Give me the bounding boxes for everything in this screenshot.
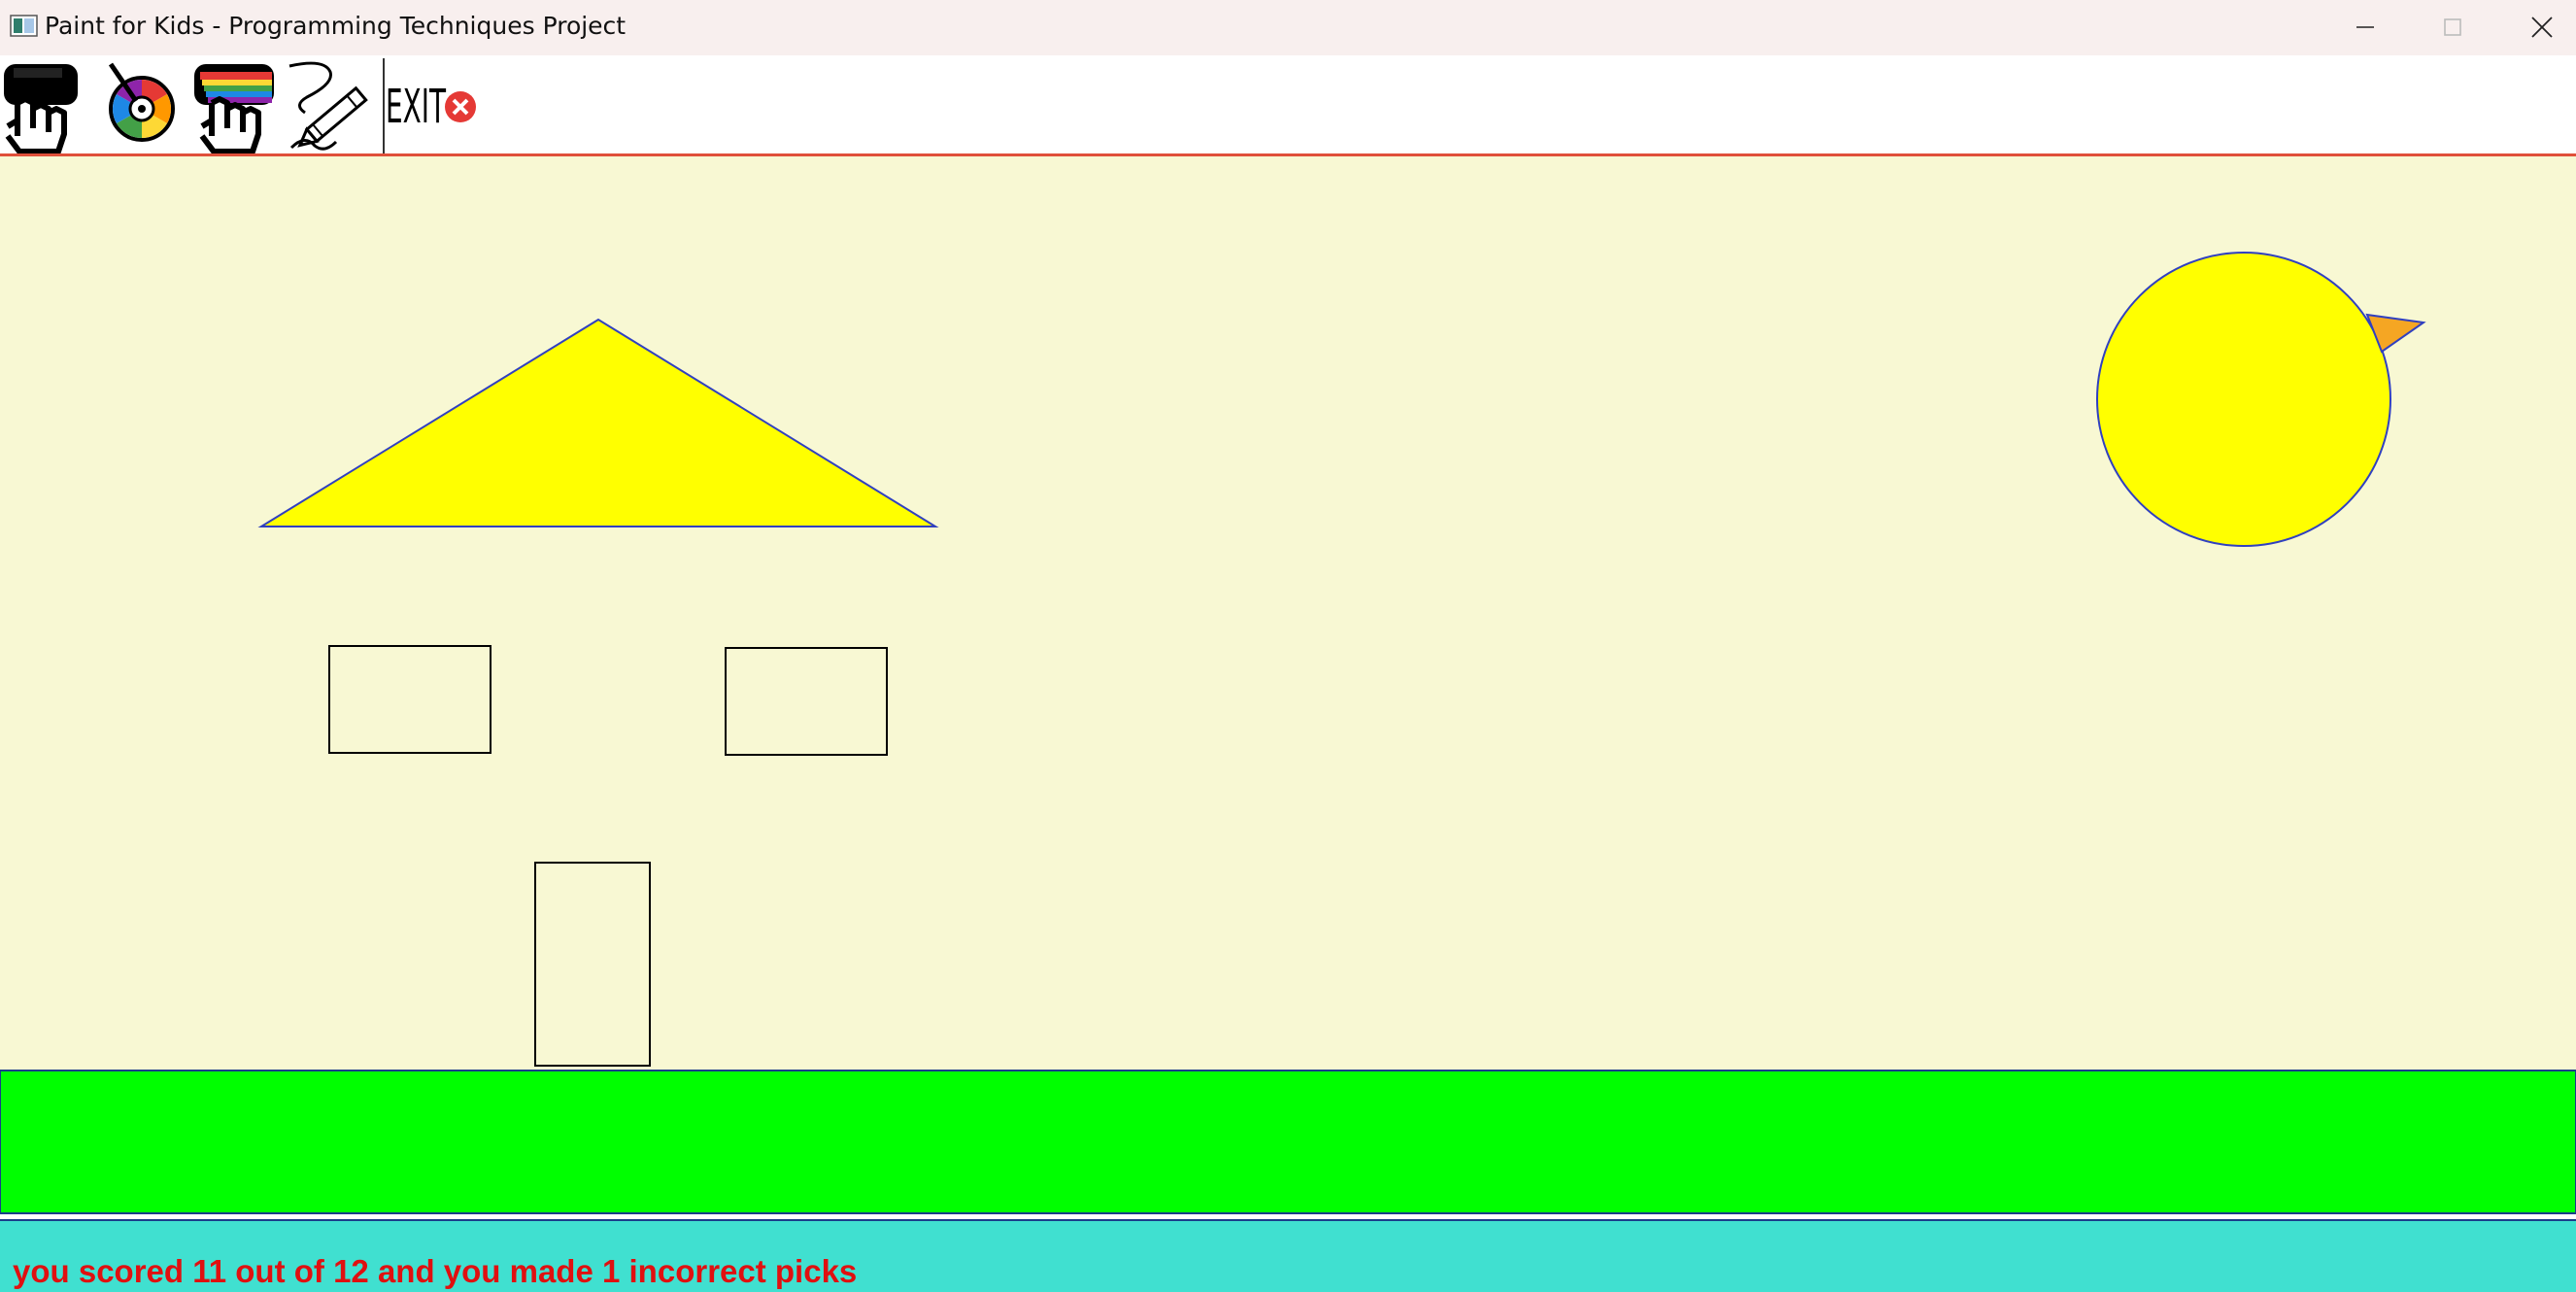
sun-circle[interactable] <box>2096 252 2391 547</box>
pick-by-shape-tool[interactable] <box>0 58 89 154</box>
color-wheel-icon <box>108 62 175 142</box>
close-button[interactable] <box>2498 0 2576 53</box>
exit-icon: EXIT <box>386 80 476 134</box>
left-window-rectangle[interactable] <box>328 645 491 754</box>
door-rectangle[interactable] <box>534 862 651 1067</box>
right-window-rectangle[interactable] <box>725 647 888 756</box>
pointing-hand-rainbow-icon <box>194 64 274 154</box>
exit-label: EXIT <box>386 80 446 134</box>
pick-by-color-tool[interactable] <box>97 58 186 153</box>
pencil-icon <box>288 61 368 151</box>
minimize-button[interactable] <box>2322 0 2409 53</box>
status-message: you scored 11 out of 12 and you made 1 i… <box>13 1253 858 1289</box>
window-title: Paint for Kids - Programming Techniques … <box>45 12 627 40</box>
drawing-canvas[interactable] <box>0 156 2576 1070</box>
maximize-icon <box>2444 17 2461 36</box>
pick-by-both-tool[interactable] <box>190 58 284 154</box>
grass-rectangle[interactable] <box>0 1070 2576 1215</box>
close-icon <box>2531 16 2553 38</box>
window-title-bar: Paint for Kids - Programming Techniques … <box>0 0 2576 55</box>
app-icon <box>10 15 38 37</box>
exit-tool[interactable]: EXIT <box>385 58 480 153</box>
roof-triangle[interactable] <box>257 318 939 527</box>
minimize-icon <box>2356 25 2374 28</box>
pointing-hand-shapes-icon <box>4 64 78 154</box>
draw-mode-tool[interactable] <box>286 58 381 153</box>
maximize-button[interactable] <box>2409 0 2496 53</box>
